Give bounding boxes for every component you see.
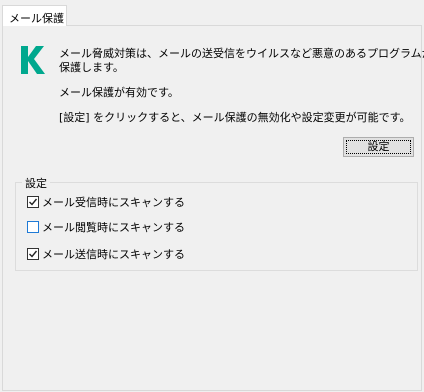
checkmark-icon xyxy=(29,250,38,258)
settings-group-label: 設定 xyxy=(22,175,50,191)
scan-on-receive-checkbox[interactable]: メール受信時にスキャンする xyxy=(27,194,185,210)
checkmark-icon xyxy=(29,198,38,206)
checkbox-label: メール閲覧時にスキャンする xyxy=(42,221,185,234)
checkbox-box[interactable] xyxy=(27,248,39,260)
settings-button[interactable]: 設定 xyxy=(343,137,414,157)
kaspersky-k-logo-icon xyxy=(21,46,45,74)
tab-label: メール保護 xyxy=(9,12,64,25)
scan-on-read-checkbox[interactable]: メール閲覧時にスキャンする xyxy=(27,219,185,235)
scan-on-send-checkbox[interactable]: メール送信時にスキャンする xyxy=(27,246,185,262)
checkbox-label: メール受信時にスキャンする xyxy=(42,196,185,209)
hint-text: [設定] をクリックすると、メール保護の無効化や設定変更が可能です。 xyxy=(59,111,411,124)
status-text: メール保護が有効です。 xyxy=(59,86,179,99)
checkbox-box[interactable] xyxy=(27,196,39,208)
tab-mail-protection[interactable]: メール保護 xyxy=(2,5,67,26)
checkbox-label: メール送信時にスキャンする xyxy=(42,248,185,261)
description-line-2: 保護します。 xyxy=(59,61,124,74)
checkbox-box[interactable] xyxy=(27,221,39,233)
